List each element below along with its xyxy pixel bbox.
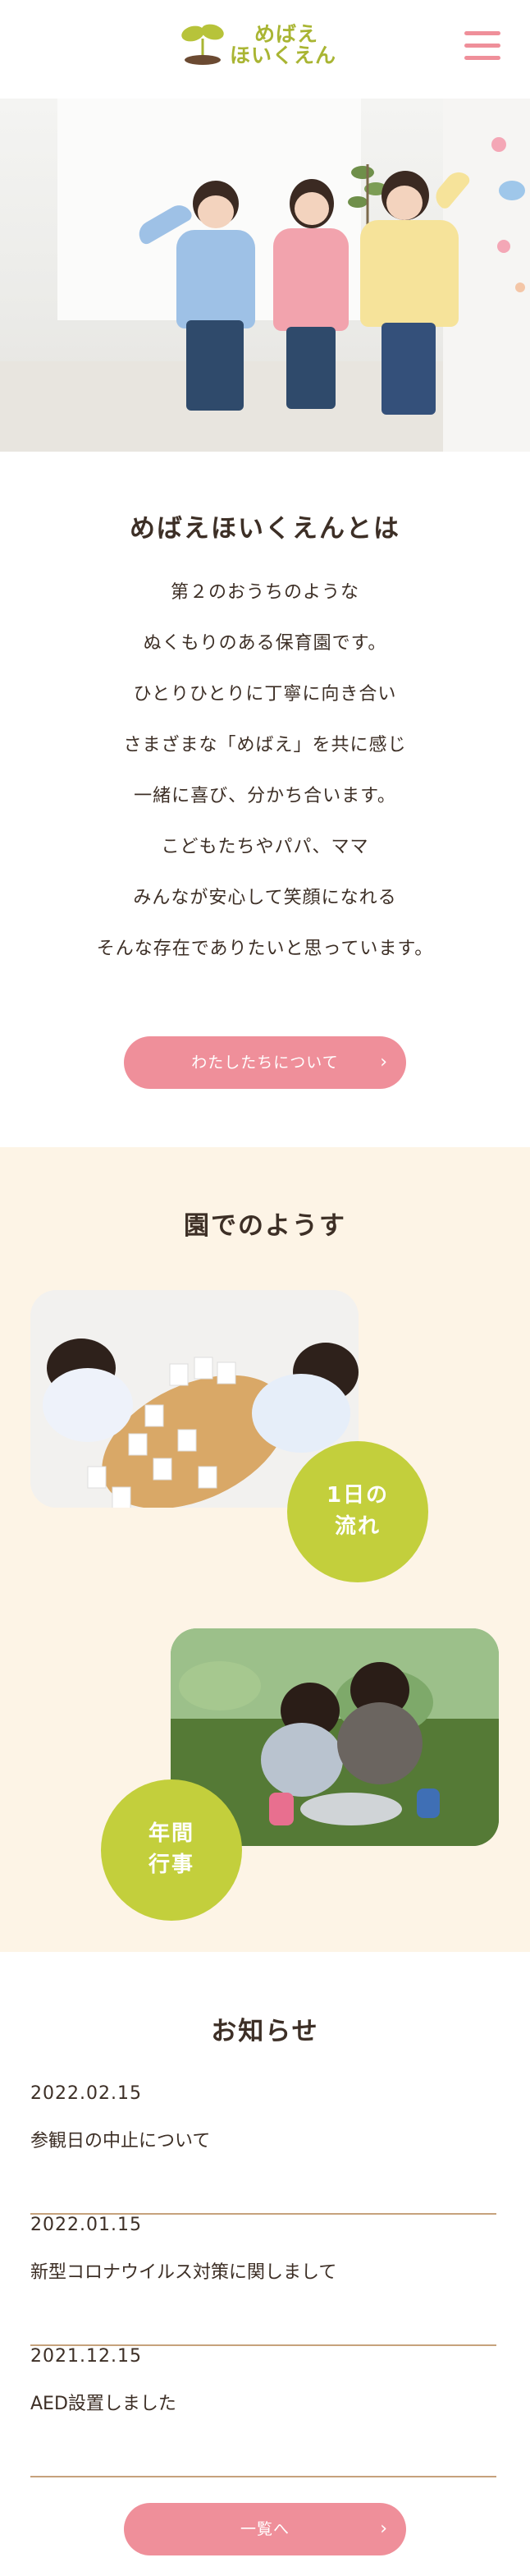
about-title: めばえほいくえんとは: [130, 514, 400, 544]
annual-events-line1: 年間: [148, 1821, 194, 1847]
logo-line2: ほいくえん: [230, 44, 337, 67]
hero-image: [0, 99, 530, 452]
news-title: お知らせ: [211, 2017, 319, 2046]
daily-schedule-line2: 流れ: [334, 1514, 381, 1539]
about-line: 第２のおうちのような: [170, 582, 359, 603]
news-list-button-label: 一覧へ: [240, 2520, 290, 2538]
about-description: 第２のおうちのような ぬくもりのある保育園です。 ひとりひとりに丁寧に向き合い …: [0, 581, 530, 988]
annual-events-button[interactable]: 年間 行事: [101, 1779, 242, 1921]
hamburger-menu-icon[interactable]: [464, 31, 500, 64]
child-figure: [349, 167, 473, 434]
about-line: こどもたちやパパ、ママ: [161, 837, 369, 857]
news-item[interactable]: 2021.12.15 AED設置しました: [30, 2346, 496, 2477]
news-text: 参観日の中止について: [30, 2131, 211, 2151]
daily-schedule-line1: 1日の: [326, 1483, 390, 1508]
news-date: 2021.12.15: [30, 2346, 142, 2367]
child-figure: [134, 181, 267, 427]
about-us-button-label: わたしたちについて: [191, 1054, 339, 1072]
site-logo[interactable]: めばえ ほいくえん: [180, 20, 336, 71]
about-line: さまざまな「めばえ」を共に感じ: [123, 735, 407, 755]
news-item[interactable]: 2022.02.15 参観日の中止について: [30, 2083, 496, 2215]
news-item[interactable]: 2022.01.15 新型コロナウイルス対策に関しまして: [30, 2215, 496, 2346]
annual-events-line2: 行事: [148, 1853, 194, 1877]
about-us-button[interactable]: わたしたちについて ›: [124, 1036, 406, 1089]
site-header: めばえ ほいくえん: [0, 0, 530, 99]
logo-text: めばえ ほいくえん: [230, 21, 337, 67]
chevron-right-icon: ›: [380, 1052, 388, 1072]
about-line: ぬくもりのある保育園です。: [143, 633, 387, 654]
about-line: ひとりひとりに丁寧に向き合い: [133, 684, 397, 705]
daily-schedule-button[interactable]: 1日の 流れ: [287, 1441, 428, 1582]
chevron-right-icon: ›: [380, 2519, 388, 2539]
news-text: AED設置しました: [30, 2394, 176, 2414]
wall-stickers-illustration: [491, 137, 525, 292]
garden-section: 園でのようす 1日の 流れ 年間 行事: [0, 1147, 530, 1952]
about-line: そんな存在でありたいと思っています。: [96, 939, 434, 959]
garden-title: 園でのようす: [184, 1211, 346, 1241]
logo-line1: めばえ: [254, 21, 319, 46]
sprout-logo-icon: [181, 24, 224, 65]
menu-bar: [464, 31, 500, 35]
news-date: 2022.02.15: [30, 2083, 142, 2104]
menu-bar: [464, 56, 500, 60]
news-text: 新型コロナウイルス対策に関しまして: [30, 2262, 337, 2283]
about-line: 一緒に喜び、分かち合います。: [134, 786, 396, 806]
child-figure: [267, 179, 357, 425]
menu-bar: [464, 44, 500, 48]
news-date: 2022.01.15: [30, 2215, 142, 2235]
about-line: みんなが安心して笑顔になれる: [133, 888, 397, 908]
news-list-button[interactable]: 一覧へ ›: [124, 2503, 406, 2555]
